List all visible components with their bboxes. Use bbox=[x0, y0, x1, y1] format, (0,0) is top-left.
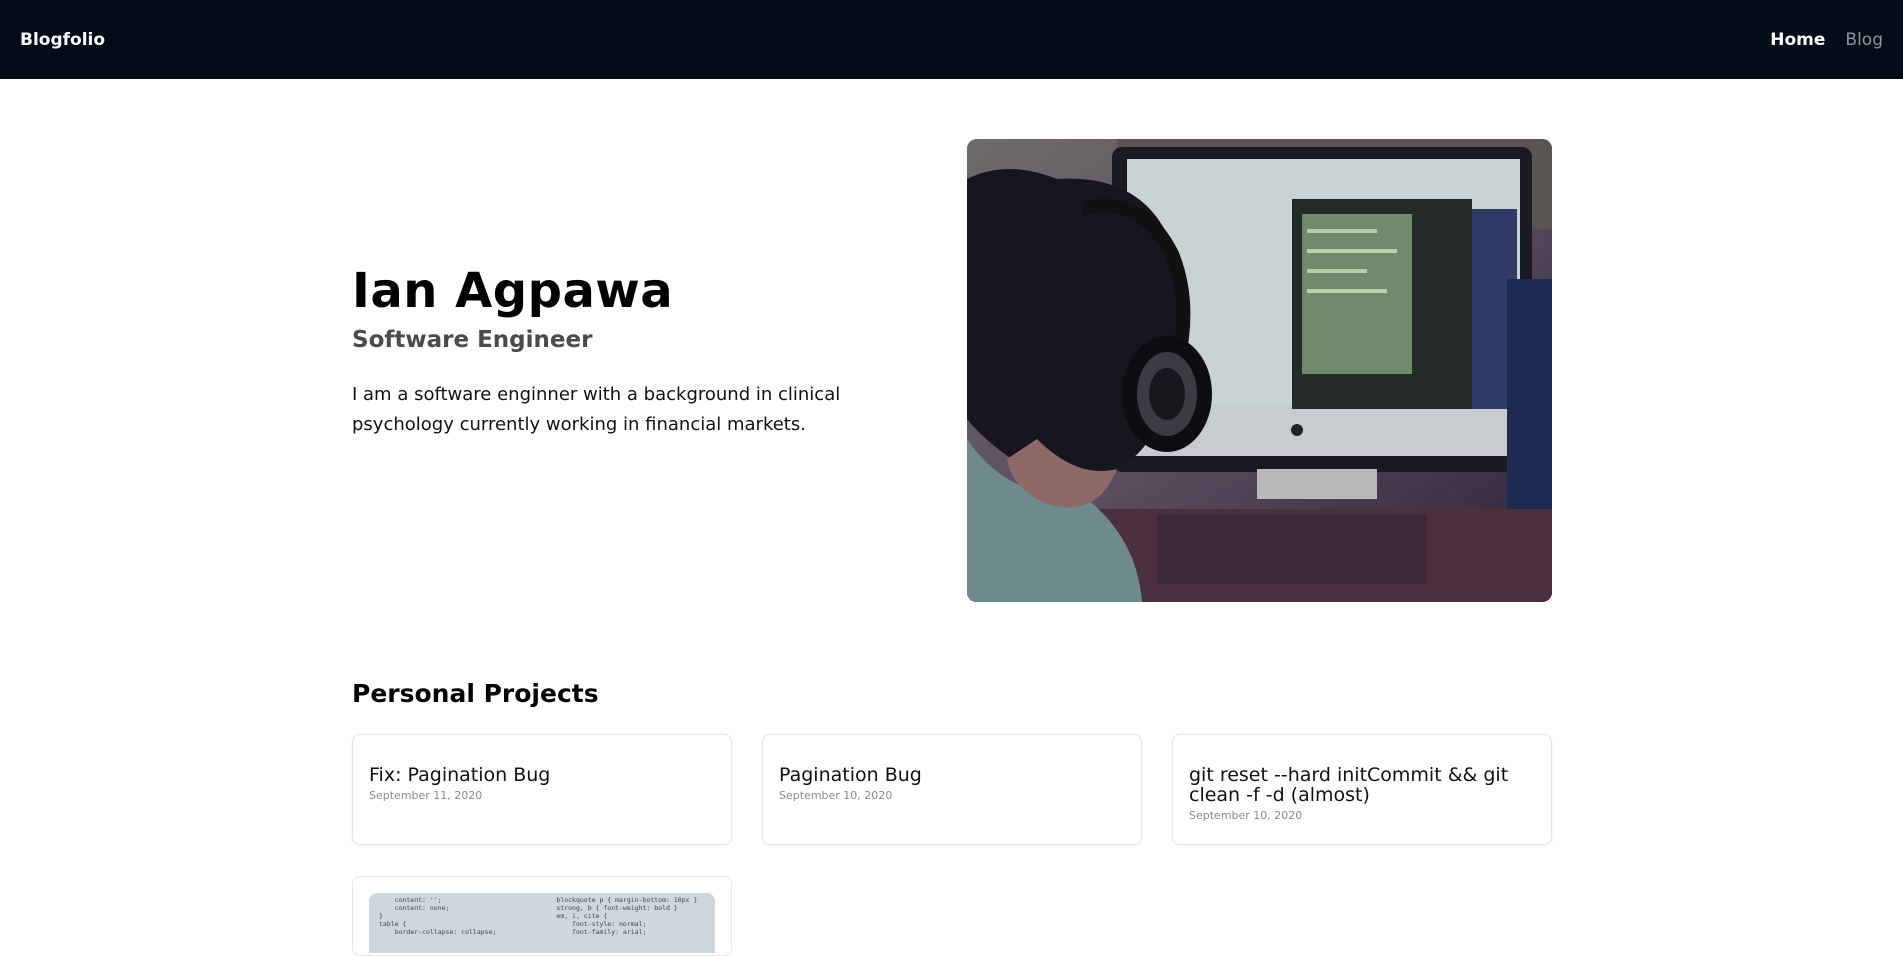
project-card-title: git reset --hard initCommit && git clean… bbox=[1189, 764, 1509, 806]
code-screenshot-thumbnail: content: ''; content: none; } table { bo… bbox=[369, 893, 715, 953]
projects-section-title: Personal Projects bbox=[352, 679, 599, 708]
code-column-right: blockquote p { margin-bottom: 10px } str… bbox=[556, 896, 698, 936]
project-card-title: Fix: Pagination Bug bbox=[369, 764, 551, 786]
project-card[interactable]: Fix: Pagination Bug September 11, 2020 bbox=[352, 734, 732, 845]
hero-text: Ian Agpawa Software Engineer I am a soft… bbox=[352, 258, 912, 440]
project-card[interactable]: Pagination Bug September 10, 2020 bbox=[762, 734, 1142, 845]
navbar: Blogfolio Home Blog bbox=[0, 0, 1903, 79]
project-card-with-image[interactable]: content: ''; content: none; } table { bo… bbox=[352, 876, 732, 956]
project-card-date: September 10, 2020 bbox=[779, 789, 893, 802]
nav-links: Home Blog bbox=[1770, 30, 1883, 50]
code-column-left: content: ''; content: none; } table { bo… bbox=[379, 896, 497, 936]
hero-name: Ian Agpawa bbox=[352, 263, 674, 319]
project-card[interactable]: git reset --hard initCommit && git clean… bbox=[1172, 734, 1552, 845]
project-card-date: September 10, 2020 bbox=[1189, 809, 1303, 822]
project-card-title: Pagination Bug bbox=[779, 764, 922, 786]
nav-home-link[interactable]: Home bbox=[1770, 30, 1825, 50]
nav-blog-link[interactable]: Blog bbox=[1845, 30, 1883, 50]
hero-bio: I am a software enginner with a backgrou… bbox=[352, 384, 841, 435]
hero-photo bbox=[967, 139, 1552, 602]
hero-role: Software Engineer bbox=[352, 327, 593, 353]
project-card-date: September 11, 2020 bbox=[369, 789, 483, 802]
brand-link[interactable]: Blogfolio bbox=[20, 30, 105, 50]
